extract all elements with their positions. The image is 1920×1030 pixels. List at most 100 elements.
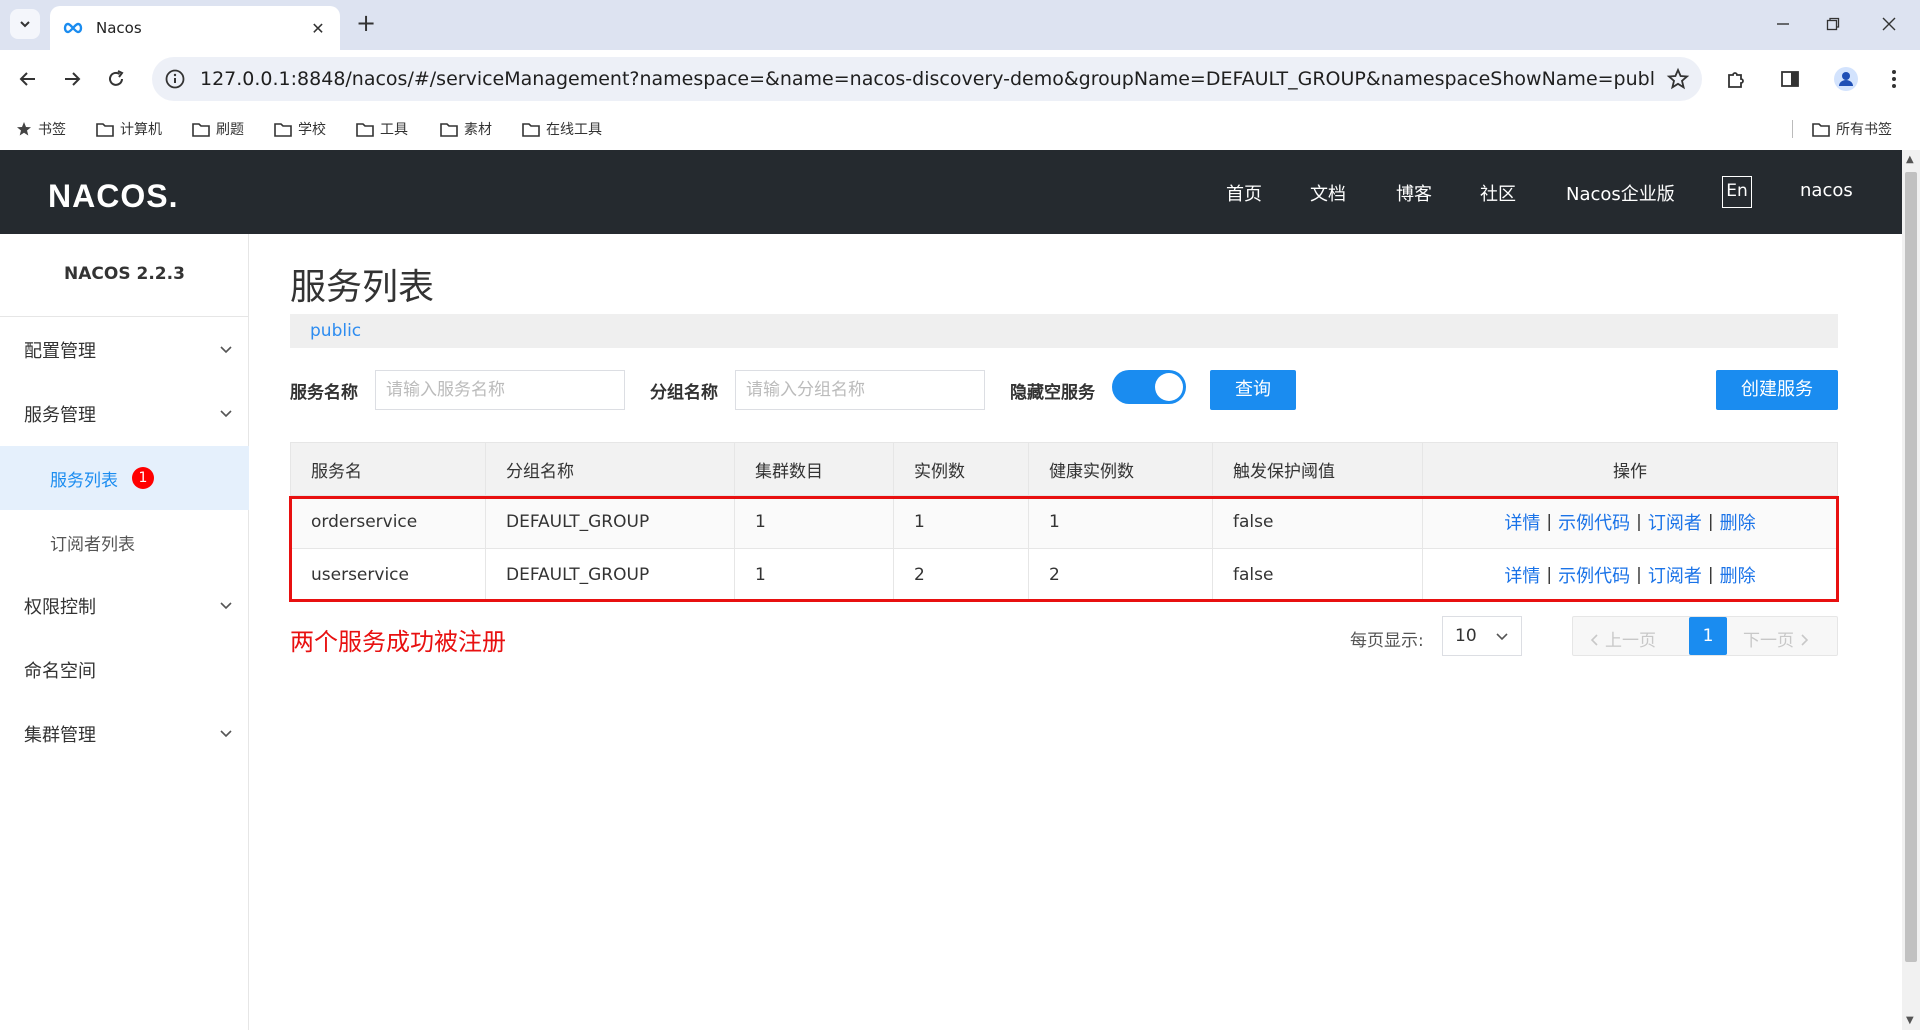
column-header: 健康实例数 bbox=[1029, 443, 1213, 495]
sidebar-item-service[interactable]: 服务管理 bbox=[0, 382, 249, 446]
puzzle-icon bbox=[1728, 72, 1744, 88]
browser-tab[interactable]: Nacos ✕ bbox=[50, 6, 340, 50]
sidebar-item-namespace[interactable]: 命名空间 bbox=[0, 638, 249, 702]
close-window-button[interactable] bbox=[1866, 8, 1912, 40]
page-scrollbar[interactable]: ▲ ▼ bbox=[1902, 150, 1920, 1030]
browser-toolbar: 127.0.0.1:8848/nacos/#/serviceManagement… bbox=[0, 50, 1920, 108]
close-icon bbox=[1882, 17, 1896, 31]
all-bookmarks-folder[interactable]: 所有书签 bbox=[1812, 118, 1892, 140]
side-panel-button[interactable] bbox=[1776, 65, 1804, 93]
query-button[interactable]: 查询 bbox=[1210, 370, 1296, 410]
create-service-button[interactable]: 创建服务 bbox=[1716, 370, 1838, 410]
tab-close-icon[interactable]: ✕ bbox=[308, 19, 328, 38]
scroll-down-icon[interactable]: ▼ bbox=[1906, 1015, 1914, 1026]
nav-home[interactable]: 首页 bbox=[1226, 180, 1262, 206]
annotation-text: 两个服务成功被注册 bbox=[290, 628, 506, 656]
folder-icon bbox=[440, 122, 458, 137]
chevron-down-icon bbox=[20, 21, 30, 28]
toggle-knob bbox=[1155, 373, 1183, 401]
restore-button[interactable] bbox=[1810, 8, 1856, 40]
address-bar[interactable]: 127.0.0.1:8848/nacos/#/serviceManagement… bbox=[152, 57, 1702, 101]
bookmark-label: 在线工具 bbox=[546, 122, 602, 138]
sidebar-item-label: 订阅者列表 bbox=[50, 534, 135, 555]
chevron-down-icon bbox=[220, 602, 232, 610]
scroll-thumb[interactable] bbox=[1905, 172, 1917, 962]
divider bbox=[0, 316, 249, 317]
sidebar-item-config[interactable]: 配置管理 bbox=[0, 318, 249, 382]
star-icon bbox=[17, 122, 31, 136]
group-name-input[interactable] bbox=[735, 370, 985, 410]
hide-empty-toggle[interactable] bbox=[1112, 370, 1186, 404]
bookmark-label: 所有书签 bbox=[1836, 122, 1892, 138]
chevron-down-icon bbox=[1496, 633, 1508, 641]
tab-title: Nacos bbox=[96, 19, 142, 37]
extensions-button[interactable] bbox=[1722, 65, 1750, 93]
profile-button[interactable] bbox=[1832, 65, 1860, 93]
service-name-input[interactable] bbox=[375, 370, 625, 410]
nav-enterprise[interactable]: Nacos企业版 bbox=[1566, 180, 1675, 206]
prev-page-button[interactable]: 上一页 bbox=[1589, 626, 1656, 651]
version-label: NACOS 2.2.3 bbox=[64, 264, 185, 284]
bookmark-folder[interactable]: 刷题 bbox=[192, 118, 244, 140]
column-header: 触发保护阈值 bbox=[1213, 443, 1423, 495]
avatar-icon bbox=[1834, 67, 1858, 91]
new-tab-button[interactable]: + bbox=[352, 10, 380, 38]
tab-search-button[interactable] bbox=[10, 9, 40, 39]
nav-blog[interactable]: 博客 bbox=[1396, 180, 1432, 206]
sidebar-item-label: 权限控制 bbox=[24, 597, 96, 618]
bookmark-item[interactable]: 书签 bbox=[16, 118, 66, 140]
notification-badge: 1 bbox=[132, 467, 154, 489]
arrow-left-icon bbox=[19, 72, 35, 86]
sidebar-item-label: 命名空间 bbox=[24, 661, 96, 682]
nav-docs[interactable]: 文档 bbox=[1310, 180, 1346, 206]
scroll-up-icon[interactable]: ▲ bbox=[1906, 154, 1914, 165]
folder-icon bbox=[96, 122, 114, 137]
hide-empty-label: 隐藏空服务 bbox=[1010, 383, 1095, 403]
page-size-select[interactable]: 10 bbox=[1442, 616, 1522, 656]
menu-button[interactable] bbox=[1880, 65, 1908, 93]
arrow-right-icon bbox=[65, 72, 81, 86]
sidebar-item-subscribers[interactable]: 订阅者列表 bbox=[0, 510, 249, 574]
bookmark-folder[interactable]: 计算机 bbox=[96, 118, 162, 140]
page-size-value: 10 bbox=[1455, 626, 1477, 646]
sidebar-item-auth[interactable]: 权限控制 bbox=[0, 574, 249, 638]
column-header: 操作 bbox=[1613, 461, 1647, 482]
group-name-label: 分组名称 bbox=[650, 383, 718, 403]
sidebar-item-cluster[interactable]: 集群管理 bbox=[0, 702, 249, 766]
page-title: 服务列表 bbox=[290, 267, 435, 308]
language-toggle[interactable]: En bbox=[1722, 176, 1752, 208]
sidebar-item-label: 配置管理 bbox=[24, 341, 96, 362]
nacos-header: NACOS. 首页 文档 博客 社区 Nacos企业版 En nacos bbox=[0, 150, 1920, 234]
bookmark-folder[interactable]: 工具 bbox=[356, 118, 408, 140]
service-name-label: 服务名称 bbox=[290, 383, 358, 403]
current-page[interactable]: 1 bbox=[1689, 617, 1727, 655]
bookmark-star-icon[interactable] bbox=[1666, 67, 1690, 91]
minimize-icon bbox=[1777, 23, 1789, 25]
forward-button[interactable] bbox=[56, 63, 88, 95]
url-text[interactable]: 127.0.0.1:8848/nacos/#/serviceManagement… bbox=[200, 68, 1654, 90]
next-page-label: 下一页 bbox=[1743, 631, 1794, 651]
column-header: 服务名 bbox=[291, 443, 486, 495]
sidebar: NACOS 2.2.3 配置管理 服务管理 服务列表 1 订阅者列表 权限控制 … bbox=[0, 234, 249, 1030]
more-vertical-icon bbox=[1892, 70, 1896, 88]
reload-button[interactable] bbox=[100, 63, 132, 95]
sidebar-item-label: 服务管理 bbox=[24, 405, 96, 426]
bookmark-folder[interactable]: 在线工具 bbox=[522, 118, 602, 140]
next-page-button[interactable]: 下一页 bbox=[1743, 626, 1810, 651]
bookmarks-bar: 书签 计算机 刷题 学校 工具 素材 在线工具 所有书签 bbox=[0, 108, 1920, 150]
column-header: 实例数 bbox=[894, 443, 1029, 495]
bookmark-label: 书签 bbox=[38, 122, 66, 138]
sidebar-item-service-list[interactable]: 服务列表 1 bbox=[0, 446, 249, 510]
nav-community[interactable]: 社区 bbox=[1480, 180, 1516, 206]
namespace-link[interactable]: public bbox=[310, 321, 361, 341]
back-button[interactable] bbox=[12, 63, 44, 95]
bookmark-folder[interactable]: 素材 bbox=[440, 118, 492, 140]
user-name[interactable]: nacos bbox=[1800, 180, 1853, 201]
annotation-highlight-box bbox=[289, 496, 1839, 602]
chevron-right-icon bbox=[1801, 634, 1809, 646]
bookmark-folder[interactable]: 学校 bbox=[274, 118, 326, 140]
minimize-button[interactable] bbox=[1760, 8, 1806, 40]
column-header: 分组名称 bbox=[486, 443, 735, 495]
nacos-logo[interactable]: NACOS. bbox=[48, 178, 178, 215]
site-info-icon[interactable] bbox=[164, 68, 186, 90]
